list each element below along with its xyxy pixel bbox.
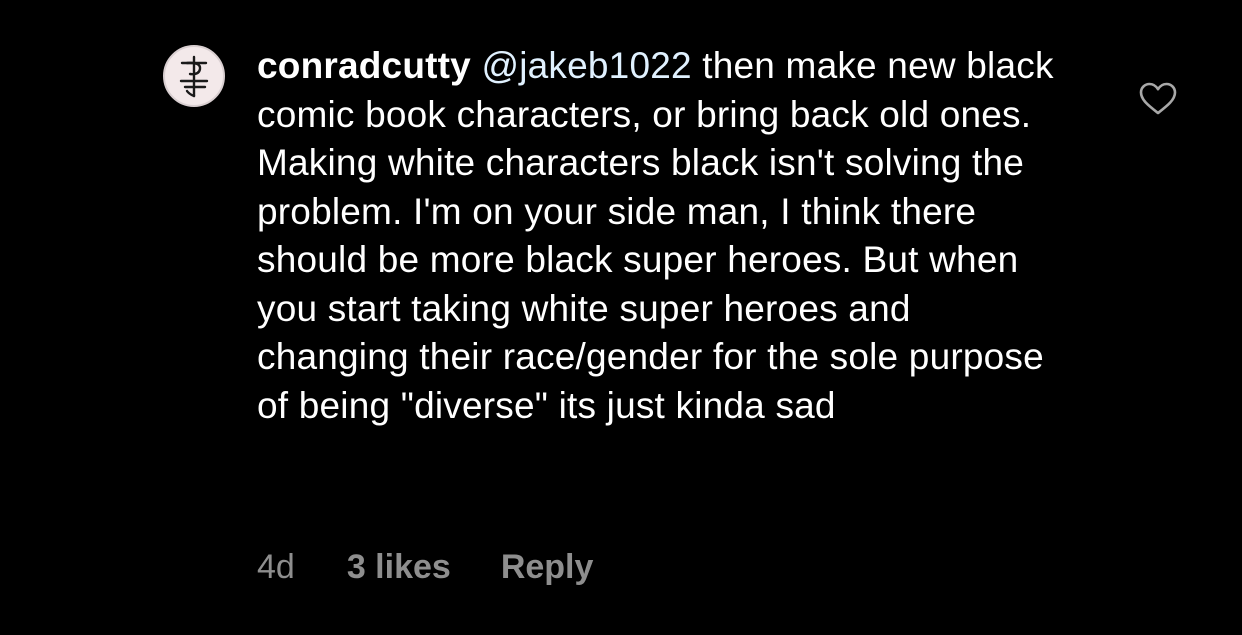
comment-mention[interactable]: @jakeb1022 — [481, 45, 691, 86]
like-button[interactable] — [1139, 82, 1177, 116]
heart-outline-icon — [1139, 82, 1177, 115]
comment-timestamp: 4d — [257, 547, 295, 586]
comment-text: conradcutty @jakeb1022 then make new bla… — [257, 42, 1057, 430]
comment-item: conradcutty @jakeb1022 then make new bla… — [0, 0, 1242, 635]
comment-meta: 4d 3 likes Reply — [257, 545, 593, 589]
avatar[interactable] — [163, 45, 225, 107]
reply-button[interactable]: Reply — [501, 548, 594, 587]
avatar-logo-icon — [179, 55, 209, 98]
likes-count-link[interactable]: 3 likes — [347, 548, 451, 587]
comment-body: then make new black comic book character… — [257, 45, 1054, 426]
comment-username[interactable]: conradcutty — [257, 45, 471, 86]
